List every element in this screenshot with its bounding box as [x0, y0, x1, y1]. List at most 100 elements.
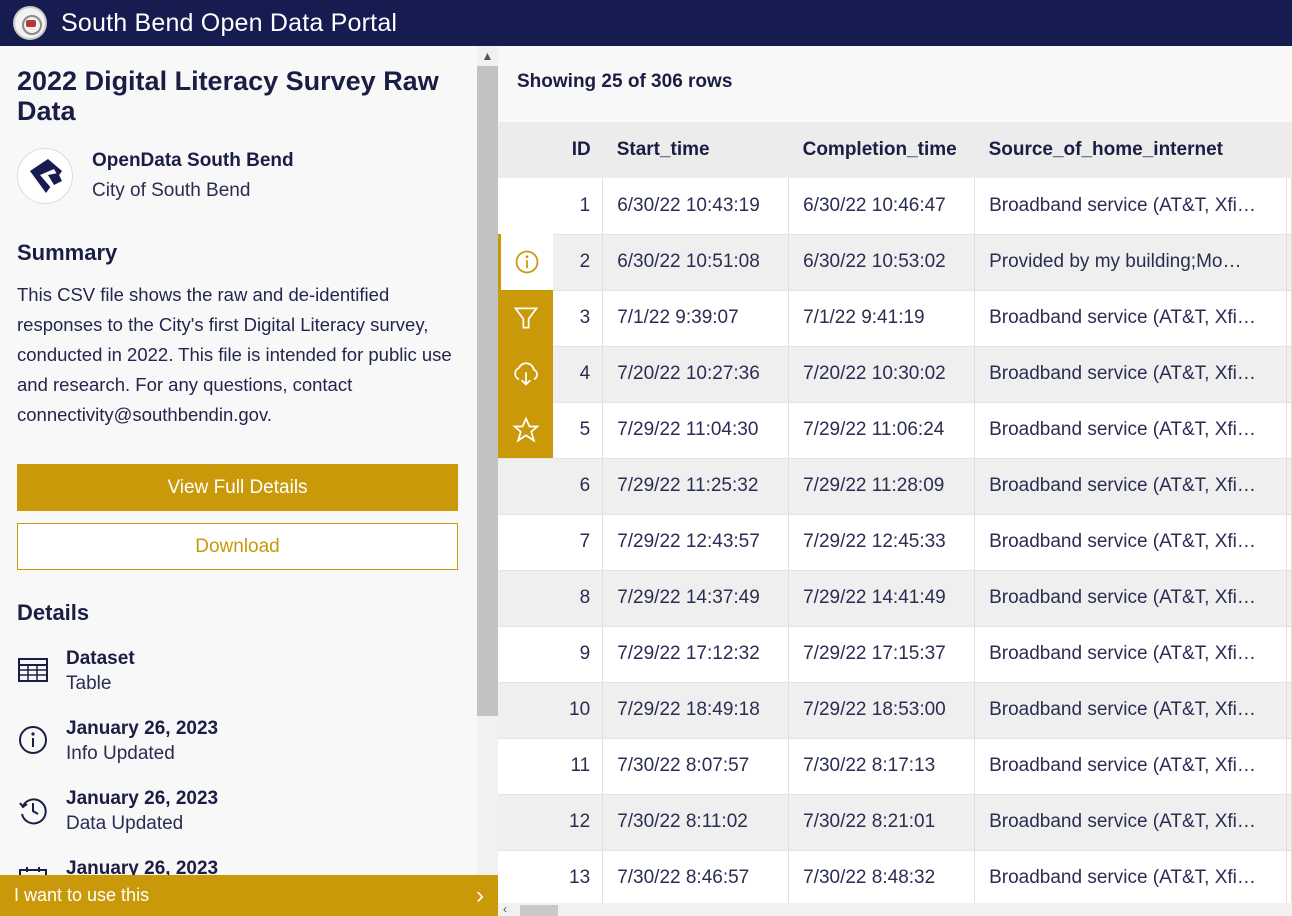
- cell-completion-time: 7/29/22 17:15:37: [788, 626, 976, 682]
- row-gutter: [498, 458, 553, 514]
- owner-name[interactable]: OpenData South Bend: [92, 146, 294, 176]
- left-scrollbar-thumb[interactable]: [477, 66, 498, 716]
- cell-source-of-home-internet: Broadband service (AT&T, Xfi…: [974, 290, 1287, 346]
- horizontal-scrollbar-thumb[interactable]: [520, 905, 558, 916]
- cell-id: 6: [552, 458, 604, 514]
- cell-start-time: 7/20/22 10:27:36: [602, 346, 790, 402]
- table-row[interactable]: 5 7/29/22 11:04:30 7/29/22 11:06:24 Broadba…: [498, 402, 1292, 458]
- cell-source-of-home-internet: Broadband service (AT&T, Xfi…: [974, 178, 1287, 234]
- row-overflow-cell: [1286, 402, 1292, 458]
- top-bar: South Bend Open Data Portal: [0, 0, 1292, 46]
- cell-start-time: 7/30/22 8:11:02: [602, 794, 790, 850]
- action-rail: [498, 234, 553, 458]
- cell-completion-time: 7/30/22 8:17:13: [788, 738, 976, 794]
- table-row[interactable]: 12 7/30/22 8:11:02 7/30/22 8:21:01 Broadban…: [498, 794, 1292, 850]
- owner-org: City of South Bend: [92, 180, 251, 201]
- cloud-download-icon: [513, 362, 538, 386]
- detail-item-info-updated: January 26, 2023 Info Updated: [17, 716, 459, 766]
- table-header-row: ID Start_time Completion_time Source_of_…: [498, 122, 1292, 178]
- info-icon: [515, 250, 539, 274]
- cell-source-of-home-internet: Broadband service (AT&T, Xfi…: [974, 738, 1287, 794]
- cell-source-of-home-internet: Broadband service (AT&T, Xfi…: [974, 794, 1287, 850]
- cell-completion-time: 7/29/22 18:53:00: [788, 682, 976, 738]
- cell-id: 7: [552, 514, 604, 570]
- table-row[interactable]: 9 7/29/22 17:12:32 7/29/22 17:15:37 Broadba…: [498, 626, 1292, 682]
- detail-main: January 26, 2023: [66, 788, 219, 809]
- rail-download-button[interactable]: [498, 346, 553, 402]
- row-overflow-cell: [1286, 178, 1292, 234]
- horizontal-scrollbar[interactable]: ‹: [498, 902, 1292, 916]
- scroll-left-arrow-icon[interactable]: ‹: [503, 902, 507, 916]
- row-overflow-cell: [1286, 234, 1292, 290]
- detail-main: Dataset: [66, 648, 135, 669]
- cell-source-of-home-internet: Provided by my building;Mo…: [974, 234, 1287, 290]
- cell-id: 12: [552, 794, 604, 850]
- cell-completion-time: 6/30/22 10:53:02: [788, 234, 976, 290]
- details-heading: Details: [17, 600, 90, 625]
- table-row[interactable]: 1 6/30/22 10:43:19 6/30/22 10:46:47 Broadba…: [498, 178, 1292, 234]
- data-table: ID Start_time Completion_time Source_of_…: [498, 122, 1292, 903]
- city-seal-logo[interactable]: [13, 6, 47, 40]
- row-gutter: [498, 178, 553, 234]
- view-full-details-button[interactable]: View Full Details: [17, 464, 458, 511]
- rail-favorite-button[interactable]: [498, 402, 553, 458]
- cell-source-of-home-internet: Broadband service (AT&T, Xfi…: [974, 570, 1287, 626]
- row-gutter: [498, 794, 553, 850]
- row-overflow-cell: [1286, 682, 1292, 738]
- rail-info-button[interactable]: [498, 234, 553, 290]
- table-row[interactable]: 10 7/29/22 18:49:18 7/29/22 18:53:00 Broadb…: [498, 682, 1292, 738]
- row-gutter: [498, 682, 553, 738]
- detail-sub: Table: [66, 673, 112, 694]
- column-header-start-time[interactable]: Start_time: [602, 122, 789, 178]
- column-header-id[interactable]: ID: [552, 122, 603, 178]
- dataset-title: 2022 Digital Literacy Survey Raw Data: [17, 66, 439, 126]
- want-to-use-label: I want to use this: [14, 885, 150, 905]
- row-overflow-cell: [1286, 570, 1292, 626]
- row-overflow-cell: [1286, 346, 1292, 402]
- column-header-completion-time[interactable]: Completion_time: [788, 122, 975, 178]
- chevron-right-icon: ›: [476, 881, 484, 909]
- cell-id: 1: [552, 178, 604, 234]
- cell-start-time: 7/29/22 17:12:32: [602, 626, 790, 682]
- cell-start-time: 7/29/22 11:04:30: [602, 402, 790, 458]
- cell-id: 11: [552, 738, 604, 794]
- cell-id: 9: [552, 626, 604, 682]
- column-header-source-of-home-internet[interactable]: Source_of_home_internet: [974, 122, 1287, 178]
- table-row[interactable]: 7 7/29/22 12:43:57 7/29/22 12:45:33 Broadba…: [498, 514, 1292, 570]
- data-table-panel: Showing 25 of 306 rows ID Start_time Com…: [498, 46, 1292, 916]
- cell-id: 10: [552, 682, 604, 738]
- row-overflow-cell: [1286, 458, 1292, 514]
- history-icon: [19, 798, 47, 825]
- cell-completion-time: 6/30/22 10:46:47: [788, 178, 976, 234]
- table-row[interactable]: 6 7/29/22 11:25:32 7/29/22 11:28:09 Broadba…: [498, 458, 1292, 514]
- cell-completion-time: 7/30/22 8:48:32: [788, 850, 976, 903]
- cell-completion-time: 7/29/22 14:41:49: [788, 570, 976, 626]
- i-want-to-use-this-bar[interactable]: I want to use this ›: [0, 875, 498, 916]
- app-title[interactable]: South Bend Open Data Portal: [61, 9, 397, 38]
- table-row[interactable]: 2 6/30/22 10:51:08 6/30/22 10:53:02 Provide…: [498, 234, 1292, 290]
- table-row[interactable]: 8 7/29/22 14:37:49 7/29/22 14:41:49 Broadba…: [498, 570, 1292, 626]
- cell-id: 2: [552, 234, 604, 290]
- detail-sub: Data Updated: [66, 813, 184, 834]
- table-row[interactable]: 11 7/30/22 8:07:57 7/30/22 8:17:13 Broadban…: [498, 738, 1292, 794]
- cell-start-time: 7/29/22 14:37:49: [602, 570, 790, 626]
- cell-id: 8: [552, 570, 604, 626]
- detail-main: January 26, 2023: [66, 718, 219, 739]
- table-icon: [18, 658, 48, 682]
- rail-filter-button[interactable]: [498, 290, 553, 346]
- detail-item-dataset: Dataset Table: [17, 646, 459, 696]
- cell-source-of-home-internet: Broadband service (AT&T, Xfi…: [974, 682, 1287, 738]
- detail-sub: Info Updated: [66, 743, 175, 764]
- cell-source-of-home-internet: Broadband service (AT&T, Xfi…: [974, 850, 1287, 903]
- scroll-up-arrow-icon[interactable]: ▲: [477, 48, 498, 64]
- cell-start-time: 7/29/22 11:25:32: [602, 458, 790, 514]
- cell-id: 3: [552, 290, 604, 346]
- table-row[interactable]: 13 7/30/22 8:46:57 7/30/22 8:48:32 Broadban…: [498, 850, 1292, 903]
- cell-start-time: 6/30/22 10:51:08: [602, 234, 790, 290]
- row-count: Showing 25 of 306 rows: [517, 71, 733, 92]
- cell-start-time: 7/29/22 18:49:18: [602, 682, 790, 738]
- download-button[interactable]: Download: [17, 523, 458, 570]
- table-row[interactable]: 4 7/20/22 10:27:36 7/20/22 10:30:02 Broadba…: [498, 346, 1292, 402]
- cell-source-of-home-internet: Broadband service (AT&T, Xfi…: [974, 402, 1287, 458]
- table-row[interactable]: 3 7/1/22 9:39:07 7/1/22 9:41:19 Broadband s…: [498, 290, 1292, 346]
